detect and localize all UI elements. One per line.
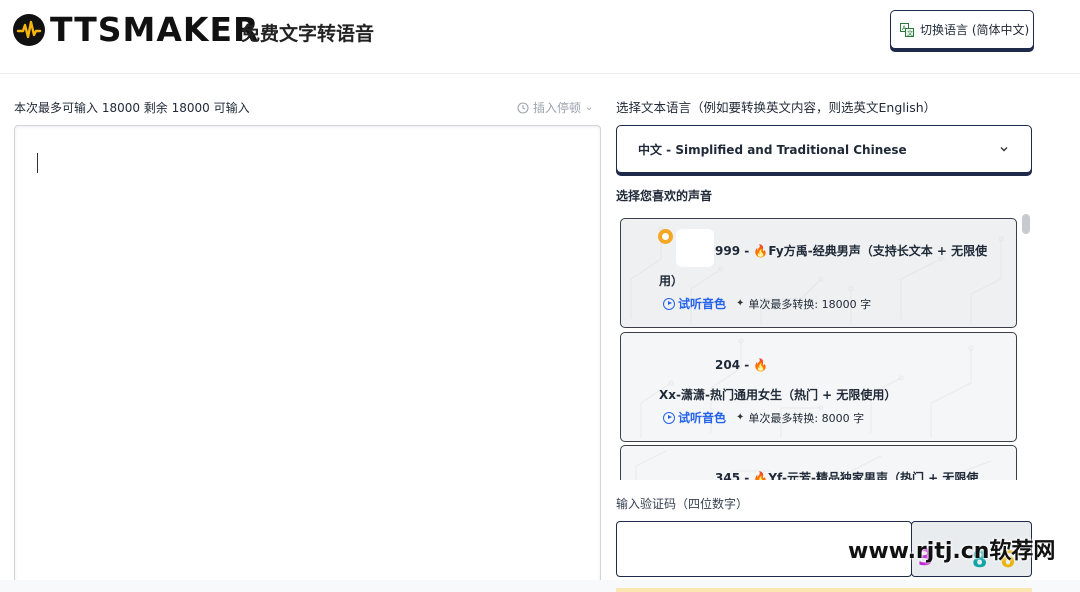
sparkle-icon: ✦ — [736, 412, 745, 423]
voice-id: 999 - — [715, 244, 754, 258]
translate-icon: A 文 — [900, 22, 914, 37]
text-input[interactable] — [14, 125, 601, 592]
brand-subtitle: 免费文字转语音 — [241, 23, 375, 45]
voice-card[interactable]: 345 - 🔥Yf-元芳-精品独家男声（热门 + 无限使 — [620, 445, 1017, 480]
flame-icon: 🔥 — [753, 471, 769, 480]
flame-icon: 🔥 — [753, 358, 769, 372]
chevron-down-icon: ⌄ — [585, 102, 594, 113]
voice-actions: 试听音色 ✦ 单次最多转换: 8000 字 — [663, 409, 864, 426]
flame-icon: 🔥 — [753, 244, 769, 258]
play-circle-icon — [663, 297, 675, 310]
listen-label: 试听音色 — [678, 411, 727, 425]
brand-name[interactable]: TTSMAKER — [50, 10, 259, 50]
voice-list[interactable]: 999 - 🔥Fy方禹-经典男声（支持长文本 + 无限使用） 试听音色 ✦ 单次最… — [616, 212, 1036, 480]
chevron-down-icon — [1000, 147, 1008, 152]
insert-pause-button[interactable]: 插入停顿 ⌄ — [517, 100, 593, 116]
convert-button-edge[interactable] — [616, 588, 1032, 592]
svg-text:文: 文 — [907, 29, 913, 37]
voice-list-scrollbar[interactable] — [1022, 214, 1030, 234]
clock-icon — [517, 102, 529, 114]
listen-button[interactable]: 试听音色 — [663, 409, 726, 426]
voice-select-label: 选择您喜欢的声音 — [616, 189, 713, 203]
voice-limit: ✦ 单次最多转换: 18000 字 — [736, 296, 871, 312]
voice-card[interactable]: 204 - 🔥 Xx-潇潇-热门通用女生（热门 + 无限使用） 试听音色 ✦ 单次最… — [620, 332, 1017, 442]
text-language-value: 中文 - Simplified and Traditional Chinese — [638, 142, 907, 157]
voice-limit-text: 单次最多转换: 8000 字 — [748, 411, 865, 425]
watermark: www.rjtj.cn软荐网 — [848, 539, 1056, 564]
voice-name: Yf-元芳-精品独家男声（热门 + 无限使 — [768, 471, 979, 480]
voice-title: 999 - 🔥Fy方禹-经典男声（支持长文本 + 无限使用） — [659, 236, 1004, 296]
voice-name: Xx-潇潇-热门通用女生（热门 + 无限使用） — [659, 388, 897, 402]
voice-id: 345 - — [715, 471, 754, 480]
switch-language-button[interactable]: A 文 切换语言 (简体中文) — [890, 10, 1034, 49]
play-circle-icon — [663, 411, 675, 424]
voice-name: Fy方禹-经典男声（支持长文本 + 无限使用） — [659, 244, 988, 288]
switch-language-label: 切换语言 (简体中文) — [920, 23, 1030, 37]
text-language-label: 选择文本语言（例如要转换英文内容，则选英文English） — [616, 100, 937, 115]
insert-pause-label: 插入停顿 — [533, 101, 582, 115]
waveform-icon[interactable] — [13, 14, 45, 46]
voice-limit: ✦ 单次最多转换: 8000 字 — [736, 410, 864, 426]
voice-id: 204 - — [715, 358, 754, 372]
captcha-label: 输入验证码（四位数字） — [616, 497, 749, 511]
voice-actions: 试听音色 ✦ 单次最多转换: 18000 字 — [663, 295, 871, 312]
voice-title: 204 - 🔥 Xx-潇潇-热门通用女生（热门 + 无限使用） — [659, 350, 1004, 410]
listen-button[interactable]: 试听音色 — [663, 295, 726, 312]
voice-limit-text: 单次最多转换: 18000 字 — [748, 297, 872, 311]
voice-title: 345 - 🔥Yf-元芳-精品独家男声（热门 + 无限使 — [659, 463, 1004, 480]
header: TTSMAKER 免费文字转语音 A 文 切换语言 (简体中文) — [0, 0, 1080, 74]
text-caret — [37, 153, 38, 173]
text-language-select[interactable]: 中文 - Simplified and Traditional Chinese — [616, 125, 1032, 173]
sparkle-icon: ✦ — [736, 298, 745, 309]
voice-card[interactable]: 999 - 🔥Fy方禹-经典男声（支持长文本 + 无限使用） 试听音色 ✦ 单次最… — [620, 218, 1017, 328]
input-limit-label: 本次最多可输入 18000 剩余 18000 可输入 — [14, 101, 250, 115]
listen-label: 试听音色 — [678, 297, 727, 311]
